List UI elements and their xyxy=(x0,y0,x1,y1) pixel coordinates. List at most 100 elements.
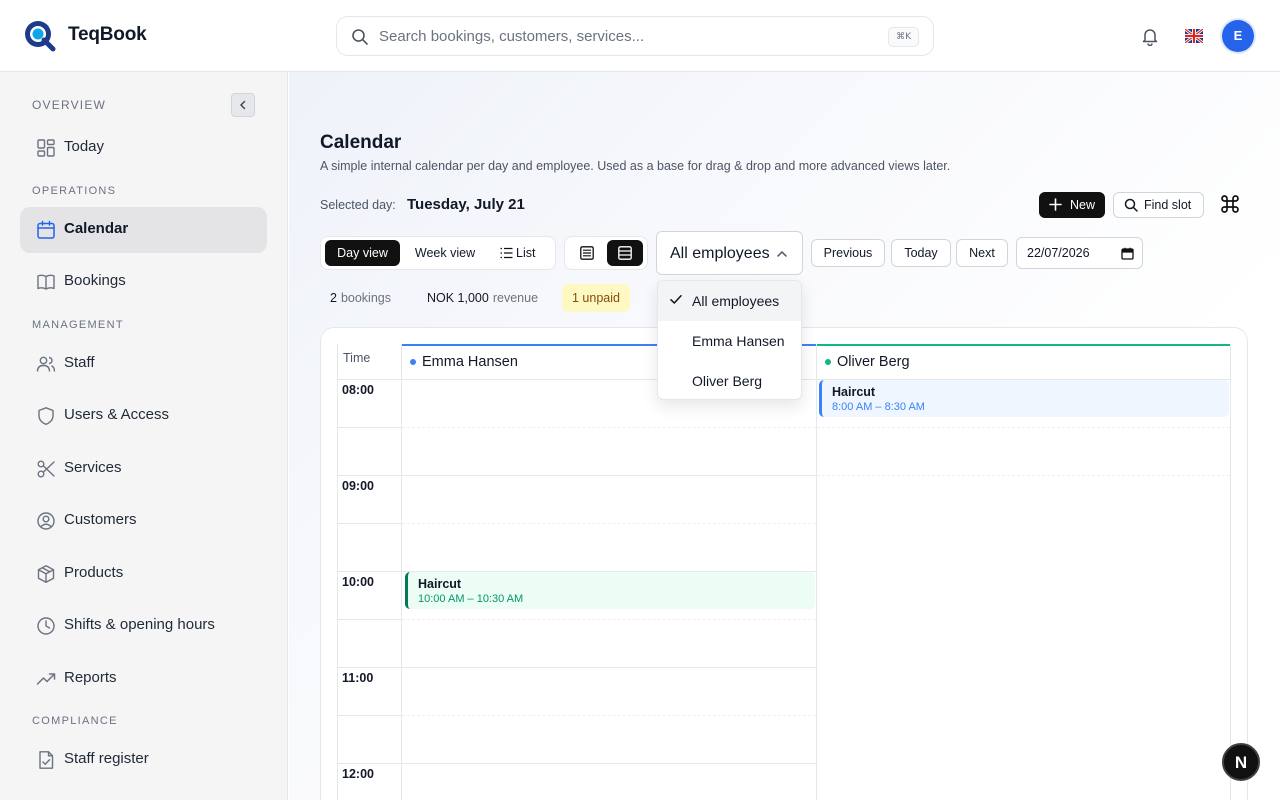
employee-column-header[interactable]: Oliver Berg xyxy=(817,344,1230,380)
sidebar-item-customers[interactable]: Customers xyxy=(20,498,267,544)
employee-name: Emma Hansen xyxy=(422,354,518,370)
date-picker-input[interactable]: 22/07/2026 xyxy=(1016,237,1143,269)
next-day-button[interactable]: Next xyxy=(956,239,1008,267)
half-hour-line xyxy=(402,523,816,524)
compact-density-button[interactable] xyxy=(569,240,605,266)
half-hour-line xyxy=(338,619,402,620)
sidebar-item-label: Customers xyxy=(64,511,137,528)
sidebar-item-label: Shifts & opening hours xyxy=(64,616,215,633)
today-button[interactable]: Today xyxy=(891,239,951,267)
rows-icon xyxy=(618,246,632,260)
command-palette-icon[interactable] xyxy=(1220,194,1240,214)
section-management: MANAGEMENT xyxy=(32,319,124,331)
search-input[interactable] xyxy=(379,17,879,55)
sidebar-item-label: Products xyxy=(64,564,124,581)
section-overview: OVERVIEW xyxy=(32,98,107,112)
hour-label: 11:00 xyxy=(342,671,374,685)
sidebar-item-calendar[interactable]: Calendar xyxy=(20,207,267,253)
dropdown-option-emma-hansen[interactable]: Emma Hansen xyxy=(658,321,801,361)
users-icon xyxy=(36,356,56,372)
sidebar-item-label: Services xyxy=(64,459,122,476)
density-switch xyxy=(564,236,648,270)
sidebar-item-label: Staff register xyxy=(64,750,149,767)
search-shortcut-hint: ⌘K xyxy=(888,27,919,47)
sidebar-item-staff-register[interactable]: Staff register xyxy=(20,737,267,783)
scissors-icon xyxy=(37,460,55,478)
rows-icon xyxy=(580,246,594,260)
new-booking-button[interactable]: New xyxy=(1039,192,1105,218)
search-icon xyxy=(352,29,368,45)
global-search[interactable]: ⌘K xyxy=(336,16,934,56)
employee-column-oliver: Oliver Berg Haircut 8:00 AM – 8:30 AM xyxy=(817,344,1231,800)
half-hour-line xyxy=(338,523,402,524)
language-uk-flag-icon[interactable] xyxy=(1185,29,1203,43)
sidebar-item-shifts[interactable]: Shifts & opening hours xyxy=(20,603,267,649)
trending-up-icon xyxy=(36,673,56,685)
sidebar-item-bookings[interactable]: Bookings xyxy=(20,259,267,305)
sidebar-item-services[interactable]: Services xyxy=(20,446,267,492)
user-avatar[interactable]: E xyxy=(1222,20,1254,52)
floating-action-label: N xyxy=(1234,753,1248,772)
sidebar-item-products[interactable]: Products xyxy=(20,551,267,597)
hour-label: 12:00 xyxy=(342,767,374,781)
new-booking-label: New xyxy=(1070,198,1096,212)
hour-line xyxy=(338,763,402,764)
half-hour-line xyxy=(402,715,816,716)
hour-line xyxy=(338,571,402,572)
selected-day-label: Selected day: xyxy=(320,198,396,212)
employee-color-dot xyxy=(410,359,416,365)
booking-event[interactable]: Haircut 10:00 AM – 10:30 AM xyxy=(405,572,815,609)
calendar-icon xyxy=(37,220,55,239)
teqbook-logo-icon[interactable] xyxy=(24,20,56,52)
hour-label: 09:00 xyxy=(342,479,374,493)
previous-day-button[interactable]: Previous xyxy=(811,239,885,267)
sidebar-item-reports[interactable]: Reports xyxy=(20,656,267,702)
time-column: Time 08:00 09:00 10:00 11:00 12:00 xyxy=(338,344,402,800)
sidebar: OVERVIEW Today OPERATIONS Calendar Booki… xyxy=(0,72,288,800)
bookings-count-stat: 2 bookings xyxy=(330,291,391,305)
notifications-bell-icon[interactable] xyxy=(1140,26,1160,46)
sidebar-item-label: Staff xyxy=(64,354,95,371)
half-hour-line xyxy=(338,427,402,428)
brand-name[interactable]: TeqBook xyxy=(68,24,147,46)
calendar-grid: Time 08:00 09:00 10:00 11:00 12:00 Emma … xyxy=(337,344,1231,800)
floating-action-button[interactable]: N xyxy=(1222,743,1260,781)
view-mode-switch: Day view Week view List xyxy=(320,236,556,270)
hour-line xyxy=(402,763,816,764)
section-compliance: COMPLIANCE xyxy=(32,715,118,727)
dropdown-option-label: Emma Hansen xyxy=(692,333,785,349)
collapse-sidebar-button[interactable] xyxy=(231,93,255,117)
hour-line xyxy=(817,475,1230,476)
comfortable-density-button[interactable] xyxy=(607,240,643,266)
hour-line xyxy=(402,475,816,476)
employee-filter-value: All employees xyxy=(670,245,770,262)
dropdown-option-oliver-berg[interactable]: Oliver Berg xyxy=(658,361,801,401)
hour-line xyxy=(338,667,402,668)
sidebar-item-staff[interactable]: Staff xyxy=(20,341,267,387)
tab-day-view[interactable]: Day view xyxy=(325,240,400,266)
book-icon xyxy=(37,274,55,290)
box-icon xyxy=(37,565,55,583)
search-icon xyxy=(1124,198,1138,212)
booking-time: 10:00 AM – 10:30 AM xyxy=(418,593,524,605)
section-operations: OPERATIONS xyxy=(32,185,117,197)
sidebar-item-users-access[interactable]: Users & Access xyxy=(20,393,267,439)
find-slot-button[interactable]: Find slot xyxy=(1113,192,1204,218)
sidebar-item-label: Today xyxy=(64,138,105,155)
time-column-header: Time xyxy=(338,344,402,380)
tab-list-view[interactable]: List xyxy=(490,240,552,266)
page-title: Calendar xyxy=(320,132,402,153)
dropdown-option-all-employees[interactable]: All employees xyxy=(658,281,801,321)
half-hour-line xyxy=(817,427,1230,428)
tab-week-view[interactable]: Week view xyxy=(404,240,486,266)
clock-icon xyxy=(37,617,55,635)
date-picker-value: 22/07/2026 xyxy=(1027,246,1090,260)
booking-event[interactable]: Haircut 8:00 AM – 8:30 AM xyxy=(819,380,1229,417)
selected-day-value: Tuesday, July 21 xyxy=(407,196,525,213)
sidebar-item-today[interactable]: Today xyxy=(20,125,267,171)
employee-color-dot xyxy=(825,359,831,365)
sidebar-item-label: Bookings xyxy=(64,272,126,289)
employee-filter-select[interactable]: All employees xyxy=(656,231,803,275)
employee-name: Oliver Berg xyxy=(837,354,910,370)
plus-icon xyxy=(1049,198,1062,211)
